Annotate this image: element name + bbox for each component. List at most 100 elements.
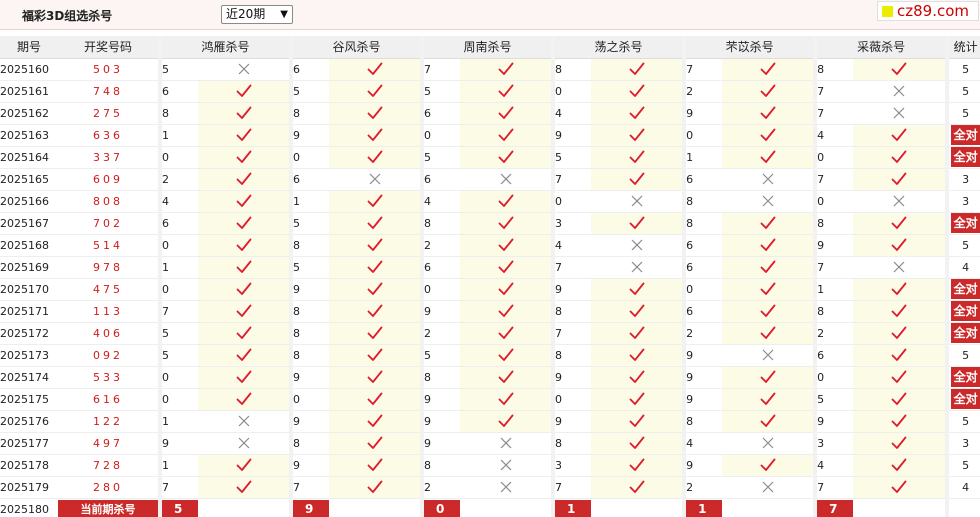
kill-number-cell: 9	[289, 124, 330, 147]
check-icon	[853, 300, 948, 323]
cross-icon	[853, 80, 948, 103]
kill-number-cell: 6	[682, 300, 723, 323]
header-expert-2: 谷风杀号	[289, 36, 423, 59]
kill-number-cell: 7	[158, 476, 198, 499]
period-cell: 2025170	[0, 278, 58, 301]
brand-logo[interactable]: cz89.com	[877, 1, 979, 21]
table-body: 2025160 503 5 6 7 8 7 8 5 2025161 748 6 5 5 0 2 7 5 202516…	[0, 58, 980, 517]
kill-number-cell: 6	[158, 80, 198, 103]
kill-number-cell: 1	[158, 256, 198, 279]
kill-number-cell: 7	[813, 476, 854, 499]
check-icon	[722, 366, 816, 389]
period-cell: 2025165	[0, 168, 58, 191]
stat-cell: 全对	[945, 124, 980, 147]
cross-icon	[460, 168, 554, 191]
stat-cell: 5	[945, 344, 980, 367]
check-icon	[329, 234, 423, 257]
kill-number-cell: 2	[682, 476, 723, 499]
check-icon	[722, 300, 816, 323]
kill-number-cell: 8	[158, 102, 198, 125]
kill-number-cell: 8	[420, 454, 461, 477]
kill-number-cell: 5	[813, 388, 854, 411]
kill-number-cell: 0	[158, 366, 198, 389]
kill-number-cell: 0	[289, 388, 330, 411]
kill-number-cell: 7	[682, 58, 723, 81]
current-period-cell: 2025180	[0, 498, 58, 517]
check-icon	[329, 476, 423, 499]
kill-number-cell: 5	[420, 80, 461, 103]
kill-number-cell: 6	[420, 168, 461, 191]
current-period-row: 2025180 当前期杀号 5 9 0 1 1 7	[0, 498, 980, 517]
stat-cell: 5	[945, 58, 980, 81]
kill-number-cell: 0	[158, 278, 198, 301]
check-icon	[853, 476, 948, 499]
check-icon	[591, 278, 685, 301]
kill-number-cell: 8	[813, 58, 854, 81]
current-kill-cell: 1	[551, 498, 592, 517]
kill-number-cell: 2	[682, 322, 723, 345]
check-icon	[198, 256, 292, 279]
kill-number-cell: 9	[682, 344, 723, 367]
check-icon	[460, 344, 554, 367]
check-icon	[853, 432, 948, 455]
kill-number-cell: 4	[682, 432, 723, 455]
kill-number-cell: 9	[289, 366, 330, 389]
kill-number-cell: 2	[682, 80, 723, 103]
kill-number-cell: 0	[813, 146, 854, 169]
check-icon	[460, 388, 554, 411]
check-icon	[198, 388, 292, 411]
kill-number-cell: 7	[158, 300, 198, 323]
draw-number-cell: 609	[58, 168, 160, 191]
table-row: 2025168 514 0 8 2 4 6 9 5	[0, 234, 980, 257]
check-icon	[722, 212, 816, 235]
kill-number-cell: 8	[813, 300, 854, 323]
header-draw: 开奖号码	[58, 36, 160, 59]
check-icon	[329, 256, 423, 279]
check-icon	[198, 322, 292, 345]
draw-number-cell: 728	[58, 454, 160, 477]
period-cell: 2025173	[0, 344, 58, 367]
kill-number-cell: 9	[813, 234, 854, 257]
current-kill-cell: 1	[682, 498, 723, 517]
check-icon	[591, 102, 685, 125]
check-icon	[591, 388, 685, 411]
draw-number-cell: 337	[58, 146, 160, 169]
check-icon	[198, 212, 292, 235]
kill-number-cell: 1	[158, 124, 198, 147]
draw-number-cell: 113	[58, 300, 160, 323]
check-icon	[198, 102, 292, 125]
kill-number-cell: 9	[551, 410, 592, 433]
cross-icon	[722, 476, 816, 499]
cross-icon	[722, 168, 816, 191]
cross-icon	[722, 190, 816, 213]
empty-cell	[460, 498, 554, 517]
current-kill-label: 当前期杀号	[58, 499, 158, 517]
stat-cell: 5	[945, 102, 980, 125]
all-correct-badge: 全对	[951, 301, 980, 321]
check-icon	[591, 410, 685, 433]
check-icon	[329, 278, 423, 301]
kill-number-cell: 8	[551, 344, 592, 367]
brand-text: cz89.com	[897, 2, 970, 20]
check-icon	[329, 124, 423, 147]
cross-icon	[853, 102, 948, 125]
check-icon	[853, 234, 948, 257]
kill-number-cell: 4	[813, 454, 854, 477]
check-icon	[722, 124, 816, 147]
period-cell: 2025160	[0, 58, 58, 81]
check-icon	[460, 58, 554, 81]
check-icon	[722, 234, 816, 257]
check-icon	[591, 58, 685, 81]
kill-number-cell: 9	[289, 410, 330, 433]
kill-number-cell: 4	[420, 190, 461, 213]
kill-number-cell: 4	[551, 234, 592, 257]
kill-number-cell: 0	[420, 278, 461, 301]
current-kill-number: 5	[164, 499, 198, 517]
check-icon	[591, 168, 685, 191]
stat-cell: 3	[945, 432, 980, 455]
kill-number-cell: 8	[420, 212, 461, 235]
kill-number-cell: 6	[289, 58, 330, 81]
all-correct-badge: 全对	[951, 367, 980, 387]
empty-cell	[722, 498, 816, 517]
period-range-select[interactable]: 近20期 ▼	[221, 5, 293, 24]
